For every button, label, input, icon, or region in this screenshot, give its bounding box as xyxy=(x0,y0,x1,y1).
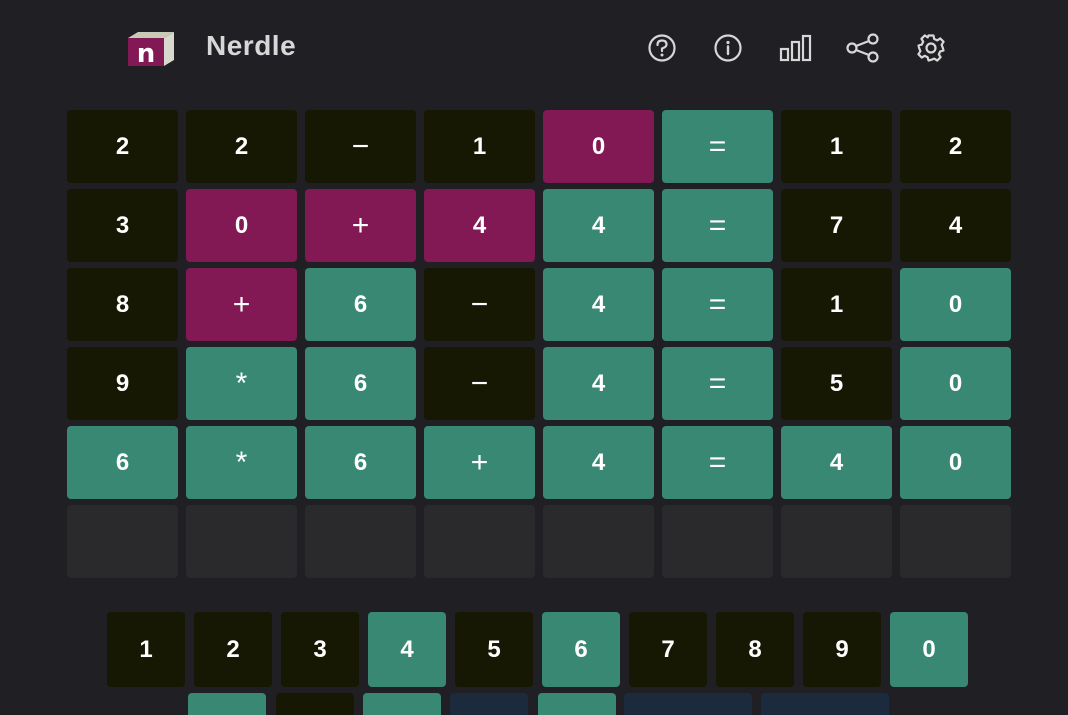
board-tile: 4 xyxy=(543,189,654,262)
keyboard: 1234567890 xyxy=(107,612,968,687)
key-1[interactable]: 1 xyxy=(107,612,185,687)
board-row: 3 0 +4 4 = 7 4 xyxy=(67,189,1011,262)
board-tile: 0 xyxy=(900,268,1011,341)
app-title: Nerdle xyxy=(206,30,297,61)
board-row xyxy=(67,505,1011,578)
board-tile xyxy=(662,505,773,578)
board-tile: 2 xyxy=(186,110,297,183)
board-tile: + xyxy=(424,426,535,499)
board-tile: − xyxy=(424,347,535,420)
board-tile: 4 xyxy=(543,347,654,420)
board-tile: − xyxy=(424,268,535,341)
key-8[interactable]: 8 xyxy=(716,612,794,687)
board-tile: 4 xyxy=(781,426,892,499)
board-tile: 0 xyxy=(900,426,1011,499)
board-tile: 1 xyxy=(781,268,892,341)
board-tile: 0 xyxy=(543,110,654,183)
board-tile xyxy=(424,505,535,578)
keyboard-digit-row: 1234567890 xyxy=(107,612,968,687)
keyboard-operator-row xyxy=(0,693,1068,715)
board-tile: 2 xyxy=(67,110,178,183)
board-row: 8 +6−4 = 1 0 xyxy=(67,268,1011,341)
keyboard-operator-key[interactable] xyxy=(363,693,441,715)
board-tile: 6 xyxy=(305,426,416,499)
board-tile xyxy=(186,505,297,578)
board-tile: = xyxy=(662,426,773,499)
board-tile: 6 xyxy=(67,426,178,499)
keyboard-operator-key[interactable] xyxy=(761,693,889,715)
board-tile: = xyxy=(662,189,773,262)
keyboard-operator-key[interactable] xyxy=(188,693,266,715)
nerdle-logo-icon: n xyxy=(128,32,174,66)
settings-icon[interactable] xyxy=(911,32,951,64)
board-tile: 0 xyxy=(900,347,1011,420)
key-3[interactable]: 3 xyxy=(281,612,359,687)
board-tile: * xyxy=(186,426,297,499)
board-tile: 4 xyxy=(543,268,654,341)
board-tile: 8 xyxy=(67,268,178,341)
game-board: 2 2−1 0 = 1 2 3 0 +4 4 = 7 4 8 +6−4 = 1 0 9 * 6−4 = 5 0 6 * 6 +4 = 4 0 xyxy=(67,110,1011,584)
key-0[interactable]: 0 xyxy=(890,612,968,687)
key-4[interactable]: 4 xyxy=(368,612,446,687)
keyboard-operator-key[interactable] xyxy=(450,693,528,715)
board-tile: + xyxy=(186,268,297,341)
board-tile: 0 xyxy=(186,189,297,262)
board-tile: 1 xyxy=(781,110,892,183)
board-tile: = xyxy=(662,268,773,341)
help-icon[interactable] xyxy=(642,32,682,64)
board-tile: 1 xyxy=(424,110,535,183)
board-row: 6 * 6 +4 = 4 0 xyxy=(67,426,1011,499)
board-tile: 7 xyxy=(781,189,892,262)
board-tile xyxy=(900,505,1011,578)
board-tile: * xyxy=(186,347,297,420)
board-tile: 6 xyxy=(305,347,416,420)
board-tile xyxy=(67,505,178,578)
info-icon[interactable] xyxy=(708,32,748,64)
key-5[interactable]: 5 xyxy=(455,612,533,687)
board-tile: 5 xyxy=(781,347,892,420)
board-tile: 3 xyxy=(67,189,178,262)
board-tile: = xyxy=(662,347,773,420)
board-tile: 6 xyxy=(305,268,416,341)
board-tile: 4 xyxy=(543,426,654,499)
board-tile: 9 xyxy=(67,347,178,420)
keyboard-operator-key[interactable] xyxy=(538,693,616,715)
board-row: 2 2−1 0 = 1 2 xyxy=(67,110,1011,183)
key-6[interactable]: 6 xyxy=(542,612,620,687)
share-icon[interactable] xyxy=(843,32,883,64)
board-tile: − xyxy=(305,110,416,183)
stats-icon[interactable] xyxy=(776,32,816,64)
logo-letter: n xyxy=(137,39,156,66)
keyboard-operator-key[interactable] xyxy=(276,693,354,715)
key-7[interactable]: 7 xyxy=(629,612,707,687)
board-tile: = xyxy=(662,110,773,183)
board-row: 9 * 6−4 = 5 0 xyxy=(67,347,1011,420)
board-tile xyxy=(781,505,892,578)
board-tile xyxy=(305,505,416,578)
key-9[interactable]: 9 xyxy=(803,612,881,687)
board-tile: + xyxy=(305,189,416,262)
key-2[interactable]: 2 xyxy=(194,612,272,687)
board-tile: 2 xyxy=(900,110,1011,183)
keyboard-operator-key[interactable] xyxy=(624,693,752,715)
board-tile: 4 xyxy=(424,189,535,262)
board-tile: 4 xyxy=(900,189,1011,262)
app-header: n Nerdle xyxy=(0,0,1068,96)
board-tile xyxy=(543,505,654,578)
